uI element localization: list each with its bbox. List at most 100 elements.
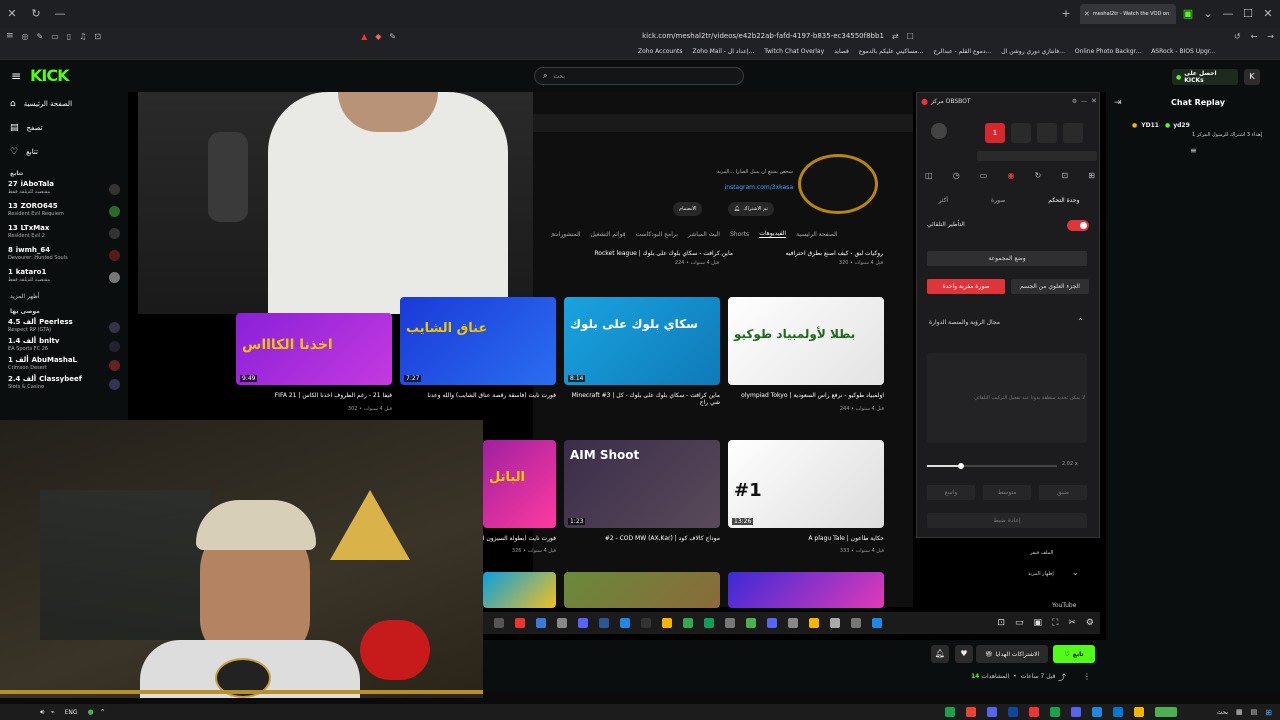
kick-tab-icon[interactable]: ▣ <box>1180 6 1196 22</box>
video-thumbnail[interactable] <box>728 572 884 608</box>
tab-close-icon[interactable]: ✕ <box>1084 10 1090 18</box>
preset-medium-button[interactable]: متوسط <box>983 485 1031 500</box>
player-clip-icon[interactable]: ✂ <box>1068 618 1076 628</box>
subscribed-button[interactable]: 🔔︎ تم الاشتراك <box>728 202 774 216</box>
camera-slot-4[interactable] <box>1063 123 1083 143</box>
widgets-icon[interactable]: ▤ <box>1251 708 1258 716</box>
bookmark-icon[interactable]: ☐ <box>907 32 914 41</box>
camera-slot-1[interactable]: 1 <box>985 123 1005 143</box>
window-minimize-icon[interactable]: — <box>1220 6 1236 22</box>
search-input[interactable]: ⌕ بحث <box>534 67 744 85</box>
bookmark-item[interactable]: دموع القلم - عبدالرح... <box>933 48 991 55</box>
tray-icon[interactable]: ⌃ <box>100 708 106 716</box>
expand-icon[interactable]: ⊞ <box>1088 171 1095 180</box>
channel-item[interactable]: 4.5 ألف Peerless Respect RP (GTA) <box>0 317 128 336</box>
history-icon[interactable]: ↺ <box>1234 32 1241 41</box>
bookmark-edit-icon[interactable]: ✎ <box>389 32 396 41</box>
alert-icon[interactable]: ▲ <box>361 32 367 41</box>
player-pip-icon[interactable]: ▣ <box>1034 618 1043 628</box>
video-title[interactable]: روكيات لبق - كيف اصنع بطرق احترافيه <box>733 250 883 257</box>
upper-body-button[interactable]: الجزء العلوي من الجسم <box>1011 279 1089 294</box>
back-icon[interactable]: ← <box>1251 32 1258 41</box>
video-title[interactable]: #2 - COD MW (AX,Kar) | موداج كالاف كود <box>564 535 720 542</box>
sidebar-item-home[interactable]: ⌂ الصفحة الرئيسية <box>0 92 128 116</box>
bookmark-item[interactable]: ASRock - BIOS Upgr... <box>1151 48 1215 55</box>
channel-item[interactable]: 27 iAboTala مقتصبة للديلقة فقط <box>0 179 128 201</box>
tab-live[interactable]: البث المباشر <box>688 231 720 238</box>
reset-button[interactable]: إعادة ضبط <box>927 513 1087 528</box>
zoom-slider-thumb[interactable] <box>957 463 964 469</box>
taskbar-app-icon[interactable] <box>1112 707 1123 717</box>
video-title[interactable]: olympiad Tokyo | اولمبياد طوكيو - نرفع ر… <box>728 392 884 399</box>
video-thumbnail[interactable]: AIM Shoot 1:23 <box>564 440 720 528</box>
video-thumbnail[interactable]: عناق الشايب 7:27 <box>400 297 556 385</box>
channel-item[interactable]: 1 ألف AbuMashaL Crimson Desert <box>0 355 128 374</box>
avatar[interactable] <box>931 123 947 139</box>
close-up-button[interactable]: صورة مقربة واحدة <box>927 279 1005 294</box>
video-thumbnail[interactable]: اخذنا الكاااس 9:49 <box>236 313 392 385</box>
bookmark-item[interactable]: Zoho Accounts <box>638 48 683 55</box>
video-title[interactable]: فورت نايت (فاسقة رقصة عناق الشايب) والله… <box>400 392 556 399</box>
get-kicks-button[interactable]: ● احصل على KICKs <box>1172 69 1238 85</box>
brave-shield-icon[interactable]: ◆ <box>375 32 381 41</box>
browser-tab[interactable]: ✕ meshal2tr - Watch the VOD on <box>1080 4 1176 24</box>
camera-slot-2[interactable] <box>1011 123 1031 143</box>
hamburger-icon[interactable]: ≡ <box>11 69 21 83</box>
video-thumbnail[interactable] <box>483 572 556 608</box>
extension-icon[interactable]: ◎ <box>22 32 29 41</box>
video-title[interactable]: Minecraft #3 | ماين كرافت - سكاي بلوك عل… <box>564 392 720 406</box>
sidebar-item-browse[interactable]: ▤ تصفح <box>0 116 128 140</box>
user-avatar[interactable]: K <box>1244 69 1260 85</box>
tab-posts[interactable]: المنشورات <box>553 231 580 238</box>
extension-icon-2[interactable]: ✎ <box>37 32 44 41</box>
search-icon[interactable]: ⌕ <box>551 230 555 240</box>
bookmark-item[interactable]: مساكيني عليكم بالدموع... <box>859 48 923 55</box>
tab-playlists[interactable]: قوائم التشغيل <box>590 231 625 238</box>
filter-icon[interactable]: ≡ <box>1190 146 1197 155</box>
obsbot-search[interactable] <box>977 151 1097 161</box>
chevron-up-icon[interactable]: ⌃ <box>1077 317 1084 326</box>
tab-image[interactable]: صورة <box>991 197 1005 204</box>
video-title[interactable]: Rocket league | ماين كرافت - سكاي بلوك ع… <box>573 250 733 257</box>
video-thumbnail[interactable]: #1 13:26 <box>728 440 884 528</box>
video-thumbnail[interactable] <box>564 572 720 608</box>
bookmark-item[interactable]: Twitch Chat Overlay <box>764 48 824 55</box>
channel-item[interactable]: 13 LTxMax Resident Evil 2 <box>0 223 128 245</box>
taskview-icon[interactable]: ▦ <box>1236 708 1243 716</box>
mic-icon[interactable]: ● <box>88 708 94 716</box>
video-title[interactable]: A plagu Tale | حكاية طاعون <box>728 535 884 542</box>
notification-button[interactable]: 🔔︎ <box>931 645 949 663</box>
taskbar-app-icon[interactable] <box>1007 707 1018 717</box>
minimize-icon[interactable]: — <box>52 6 68 22</box>
group-mode-button[interactable]: وضع المجموعة <box>927 251 1087 266</box>
reload-icon[interactable]: ↻ <box>28 6 44 22</box>
channel-item[interactable]: 1.4 ألف bnltv EA Sports FC 26 <box>0 336 128 355</box>
chat-username[interactable]: yd29 <box>1173 122 1190 129</box>
taskbar-app-icon[interactable] <box>965 707 976 717</box>
extension-icon-6[interactable]: ⊡ <box>94 32 101 41</box>
minimize-icon[interactable]: — <box>1081 98 1087 105</box>
player-crop-icon[interactable]: ⊡ <box>997 618 1005 628</box>
taskbar-app-icon[interactable] <box>1091 707 1102 717</box>
refresh-icon[interactable]: ↻ <box>1035 171 1042 180</box>
taskbar-app-icon[interactable] <box>944 707 955 717</box>
gift-subs-button[interactable]: 🎁︎ الاشتراكات الهدايا <box>976 645 1048 663</box>
share-icon[interactable]: ⤴ <box>1058 672 1066 683</box>
language-indicator[interactable]: ENG <box>65 709 78 716</box>
collapse-chat-icon[interactable]: ⇥ <box>1114 98 1122 108</box>
tab-podcasts[interactable]: برامج البودكاست <box>636 231 678 238</box>
tab-list-icon[interactable]: ⌄ <box>1200 6 1216 22</box>
video-thumbnail[interactable]: الباتل <box>483 440 556 528</box>
url-text[interactable]: kick.com/meshal2tr/videos/e42b22ab-fafd-… <box>642 32 884 40</box>
channel-item[interactable]: 8 iwmh_64 Devourer: Hunted Souls <box>0 245 128 267</box>
bookmark-item[interactable]: Zoho Mail - إعداد ال... <box>693 48 755 55</box>
taskbar-app-icon[interactable] <box>986 707 997 717</box>
extension-icon-4[interactable]: ▯ <box>67 32 71 41</box>
player-theatre-icon[interactable]: ▭ <box>1015 618 1024 628</box>
preset-narrow-button[interactable]: ضيق <box>1039 485 1087 500</box>
taskbar-app-icon[interactable] <box>1028 707 1039 717</box>
video-thumbnail[interactable]: بطلا لأولمبياد طوكيو <box>728 297 884 385</box>
taskbar-app-icon[interactable] <box>1070 707 1081 717</box>
sidebar-item-following[interactable]: ♡ تتابع <box>0 140 128 164</box>
lock-icon[interactable]: ⊡ <box>1061 171 1068 180</box>
